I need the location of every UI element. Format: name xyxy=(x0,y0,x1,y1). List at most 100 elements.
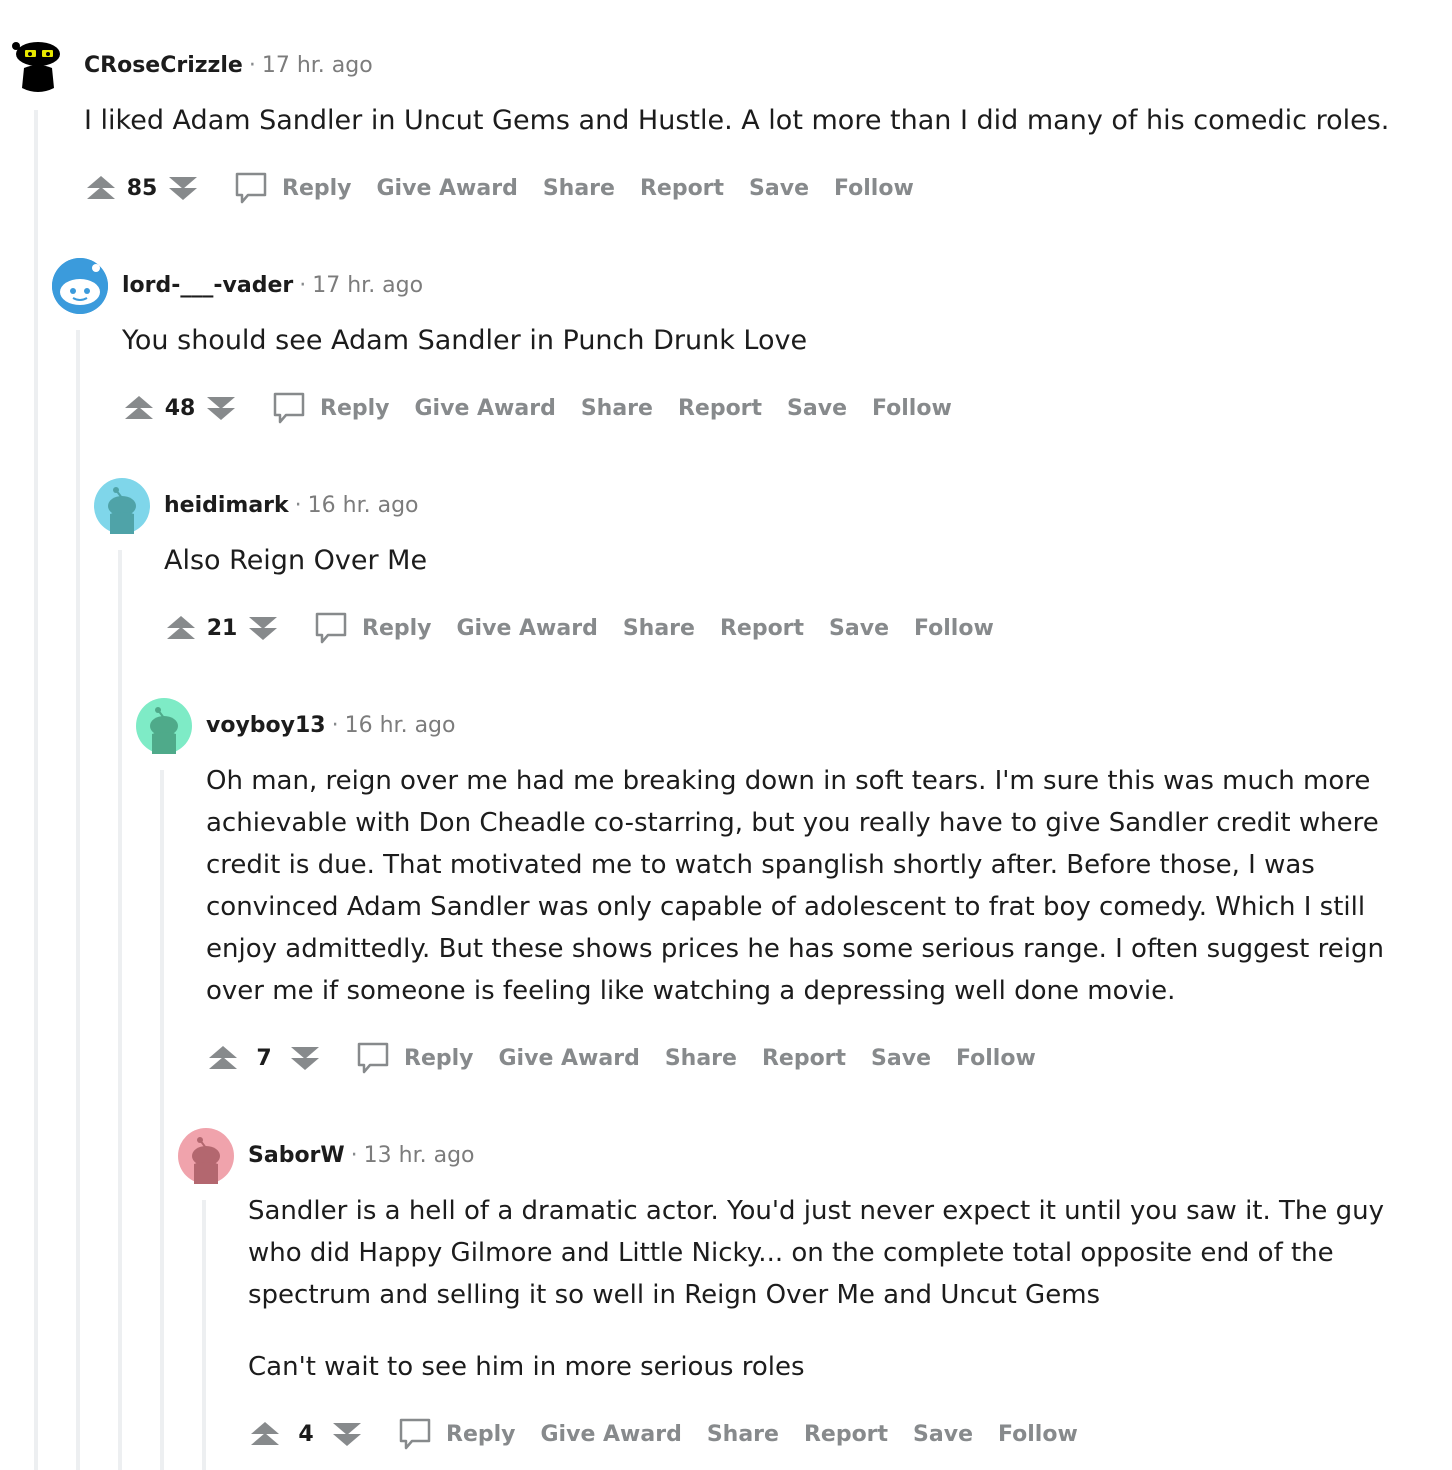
follow-button[interactable]: Follow xyxy=(834,176,914,201)
thread-line-level-5[interactable] xyxy=(202,1200,206,1470)
downvote-icon[interactable] xyxy=(288,1041,322,1075)
share-button[interactable]: Share xyxy=(623,616,695,641)
comment-body: Also Reign Over Me xyxy=(164,540,1424,582)
snoo-avatar-icon xyxy=(52,258,108,314)
follow-button[interactable]: Follow xyxy=(956,1046,1036,1071)
thread-line-level-3[interactable] xyxy=(118,550,122,1470)
reply-label: Reply xyxy=(362,615,432,641)
save-button[interactable]: Save xyxy=(871,1046,931,1071)
author-link[interactable]: lord-___-vader xyxy=(122,273,293,298)
timestamp[interactable]: 13 hr. ago xyxy=(364,1143,475,1168)
reply-button[interactable]: Reply xyxy=(232,169,352,207)
comment-meta: lord-___-vader · 17 hr. ago xyxy=(122,273,423,298)
report-button[interactable]: Report xyxy=(762,1046,846,1071)
timestamp[interactable]: 17 hr. ago xyxy=(262,53,373,78)
downvote-icon[interactable] xyxy=(166,171,200,205)
share-button[interactable]: Share xyxy=(543,176,615,201)
vote-controls: 48 xyxy=(122,391,238,425)
comment-meta: heidimark · 16 hr. ago xyxy=(164,493,419,518)
report-button[interactable]: Report xyxy=(640,176,724,201)
separator-dot: · xyxy=(331,713,339,738)
speech-bubble-icon xyxy=(357,1042,389,1074)
author-link[interactable]: CRoseCrizzle xyxy=(84,53,243,78)
report-button[interactable]: Report xyxy=(804,1422,888,1447)
reply-label: Reply xyxy=(446,1421,516,1447)
timestamp[interactable]: 16 hr. ago xyxy=(345,713,456,738)
snoo-avatar-icon xyxy=(178,1128,234,1184)
share-button[interactable]: Share xyxy=(665,1046,737,1071)
vote-controls: 21 xyxy=(164,611,280,645)
save-button[interactable]: Save xyxy=(749,176,809,201)
timestamp[interactable]: 17 hr. ago xyxy=(312,273,423,298)
comment-actions: 21 Reply Give Award Share Report Save Fo… xyxy=(164,606,994,650)
thread-line-level-4[interactable] xyxy=(160,770,164,1470)
give-award-button[interactable]: Give Award xyxy=(541,1422,682,1447)
speech-bubble-icon xyxy=(315,612,347,644)
separator-dot: · xyxy=(248,53,256,78)
upvote-icon[interactable] xyxy=(84,171,118,205)
user-avatar[interactable] xyxy=(178,1128,234,1184)
share-button[interactable]: Share xyxy=(581,396,653,421)
share-button[interactable]: Share xyxy=(707,1422,779,1447)
snoo-avatar-icon xyxy=(94,478,150,534)
user-avatar[interactable] xyxy=(94,478,150,534)
save-button[interactable]: Save xyxy=(787,396,847,421)
report-button[interactable]: Report xyxy=(720,616,804,641)
comment-paragraph: Oh man, reign over me had me breaking do… xyxy=(206,766,1384,1006)
downvote-icon[interactable] xyxy=(330,1417,364,1451)
downvote-icon[interactable] xyxy=(204,391,238,425)
follow-button[interactable]: Follow xyxy=(914,616,994,641)
downvote-icon[interactable] xyxy=(246,611,280,645)
snoo-avatar-icon xyxy=(136,698,192,754)
author-link[interactable]: voyboy13 xyxy=(206,713,326,738)
snoo-avatar-icon xyxy=(12,42,60,92)
speech-bubble-icon xyxy=(235,172,267,204)
reply-button[interactable]: Reply xyxy=(312,609,432,647)
give-award-button[interactable]: Give Award xyxy=(377,176,518,201)
upvote-icon[interactable] xyxy=(206,1041,240,1075)
vote-score: 4 xyxy=(298,1421,314,1447)
comment-meta: SaborW · 13 hr. ago xyxy=(248,1143,475,1168)
reply-label: Reply xyxy=(404,1045,474,1071)
author-link[interactable]: heidimark xyxy=(164,493,289,518)
follow-button[interactable]: Follow xyxy=(872,396,952,421)
give-award-button[interactable]: Give Award xyxy=(415,396,556,421)
timestamp[interactable]: 16 hr. ago xyxy=(308,493,419,518)
upvote-icon[interactable] xyxy=(122,391,156,425)
separator-dot: · xyxy=(350,1143,358,1168)
upvote-icon[interactable] xyxy=(248,1417,282,1451)
thread-line-level-1[interactable] xyxy=(34,110,38,1470)
reply-label: Reply xyxy=(320,395,390,421)
user-avatar[interactable] xyxy=(52,258,108,314)
comment-paragraph: Sandler is a hell of a dramatic actor. Y… xyxy=(248,1196,1385,1310)
comment-actions: 85 Reply Give Award Share Report Save Fo… xyxy=(84,166,914,210)
vote-score: 85 xyxy=(126,175,158,201)
vote-score: 48 xyxy=(164,395,196,421)
comment-paragraph: Also Reign Over Me xyxy=(164,545,428,576)
comment-actions: 7 Reply Give Award Share Report Save Fol… xyxy=(206,1036,1036,1080)
separator-dot: · xyxy=(294,493,302,518)
comment-meta: CRoseCrizzle · 17 hr. ago xyxy=(84,53,373,78)
comment-paragraph: You should see Adam Sandler in Punch Dru… xyxy=(122,325,808,356)
vote-controls: 4 xyxy=(248,1417,364,1451)
save-button[interactable]: Save xyxy=(913,1422,973,1447)
give-award-button[interactable]: Give Award xyxy=(457,616,598,641)
reply-button[interactable]: Reply xyxy=(396,1415,516,1453)
comment-body: You should see Adam Sandler in Punch Dru… xyxy=(122,320,1422,362)
reply-button[interactable]: Reply xyxy=(270,389,390,427)
thread-line-level-2[interactable] xyxy=(76,330,80,1470)
vote-controls: 7 xyxy=(206,1041,322,1075)
save-button[interactable]: Save xyxy=(829,616,889,641)
speech-bubble-icon xyxy=(273,392,305,424)
vote-controls: 85 xyxy=(84,171,200,205)
author-link[interactable]: SaborW xyxy=(248,1143,345,1168)
follow-button[interactable]: Follow xyxy=(998,1422,1078,1447)
report-button[interactable]: Report xyxy=(678,396,762,421)
user-avatar[interactable] xyxy=(136,698,192,754)
reply-button[interactable]: Reply xyxy=(354,1039,474,1077)
upvote-icon[interactable] xyxy=(164,611,198,645)
user-avatar[interactable] xyxy=(8,38,64,94)
give-award-button[interactable]: Give Award xyxy=(499,1046,640,1071)
comment-paragraph: I liked Adam Sandler in Uncut Gems and H… xyxy=(84,105,1390,136)
comment-meta: voyboy13 · 16 hr. ago xyxy=(206,713,455,738)
